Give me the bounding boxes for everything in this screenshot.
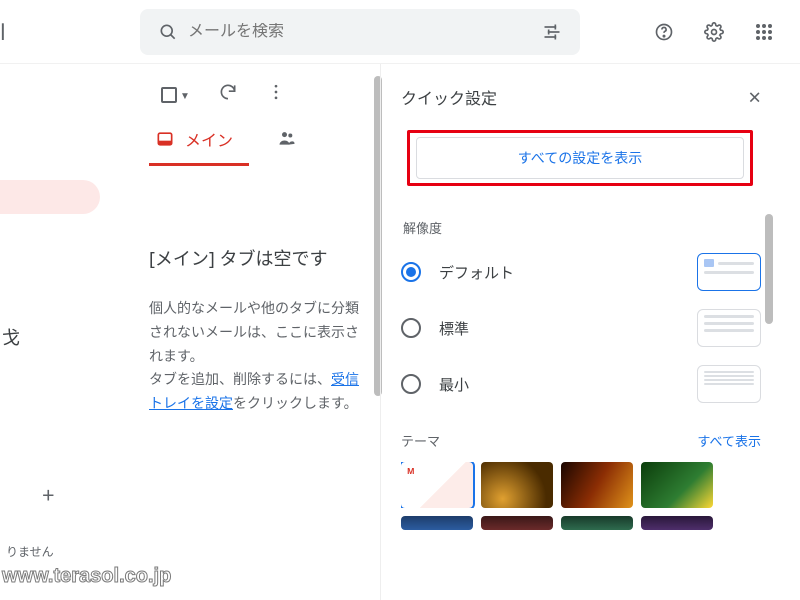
view-all-themes-link[interactable]: すべて表示 xyxy=(697,431,761,450)
header-bar: ail xyxy=(0,0,800,64)
empty-state: [メイン] タブは空です 個人的なメールや他のタブに分類されないメールは、ここに… xyxy=(149,246,372,416)
empty-p2: タブを追加、削除するには、受信トレイを設定をクリックします。 xyxy=(149,368,366,416)
left-nav-strip: 戈 + りません xyxy=(0,64,135,600)
density-comfortable-preview xyxy=(697,309,761,347)
density-compact-row[interactable]: 最小 xyxy=(401,365,761,403)
nav-bottom-text: りません xyxy=(6,543,54,560)
quick-settings-panel: クイック設定 × すべての設定を表示 解像度 デフォルト 標準 xyxy=(380,64,775,600)
select-all-checkbox[interactable]: ▼ xyxy=(161,87,190,103)
theme-default[interactable] xyxy=(401,462,473,508)
settings-header: クイック設定 × xyxy=(401,82,761,112)
theme-option-5[interactable] xyxy=(401,516,473,530)
search-icon[interactable] xyxy=(148,12,188,52)
settings-scrollbar[interactable] xyxy=(765,214,773,324)
apps-grid-icon[interactable] xyxy=(744,12,784,52)
gmail-logo-fragment: ail xyxy=(0,17,40,47)
see-all-settings-button[interactable]: すべての設定を表示 xyxy=(416,137,744,179)
empty-heading: [メイン] タブは空です xyxy=(149,246,366,273)
theme-row-2 xyxy=(401,516,761,530)
close-icon[interactable]: × xyxy=(748,82,761,112)
theme-header: テーマ すべて表示 xyxy=(401,431,761,450)
more-icon[interactable] xyxy=(266,82,286,107)
density-default-preview xyxy=(697,253,761,291)
mail-toolbar: ▼ xyxy=(149,80,372,121)
tab-social[interactable] xyxy=(277,128,297,165)
settings-title: クイック設定 xyxy=(401,85,497,109)
selected-nav-pill[interactable] xyxy=(0,180,100,214)
density-section-label: 解像度 xyxy=(403,218,761,237)
radio-comfortable[interactable] xyxy=(401,318,421,338)
search-container xyxy=(140,9,580,55)
nav-character: 戈 xyxy=(2,324,20,350)
search-input[interactable] xyxy=(188,23,532,41)
theme-option-4[interactable] xyxy=(641,462,713,508)
search-bar[interactable] xyxy=(140,9,580,55)
density-compact-label: 最小 xyxy=(439,374,469,395)
tab-primary[interactable]: メイン xyxy=(149,127,249,166)
refresh-icon[interactable] xyxy=(218,82,238,107)
main-body: 戈 + りません ▼ メイン [メイン] タブは空です xyxy=(0,64,800,600)
help-icon[interactable] xyxy=(644,12,684,52)
theme-option-8[interactable] xyxy=(641,516,713,530)
theme-row-1 xyxy=(401,462,761,508)
search-options-icon[interactable] xyxy=(532,12,572,52)
highlight-annotation: すべての設定を表示 xyxy=(407,130,753,186)
radio-compact[interactable] xyxy=(401,374,421,394)
theme-section-label: テーマ xyxy=(401,431,440,450)
theme-option-6[interactable] xyxy=(481,516,553,530)
theme-option-2[interactable] xyxy=(481,462,553,508)
density-default-row[interactable]: デフォルト xyxy=(401,253,761,291)
category-tabs: メイン xyxy=(149,127,372,166)
tab-primary-label: メイン xyxy=(185,127,233,151)
radio-default[interactable] xyxy=(401,262,421,282)
density-compact-preview xyxy=(697,365,761,403)
density-comfortable-label: 標準 xyxy=(439,318,469,339)
density-comfortable-row[interactable]: 標準 xyxy=(401,309,761,347)
header-right xyxy=(644,12,788,52)
density-default-label: デフォルト xyxy=(439,262,514,283)
theme-option-7[interactable] xyxy=(561,516,633,530)
watermark-text: www.terasol.co.jp xyxy=(2,565,171,588)
add-label-icon[interactable]: + xyxy=(42,480,55,510)
gear-icon[interactable] xyxy=(694,12,734,52)
mail-list-pane: ▼ メイン [メイン] タブは空です 個人的なメールや他のタブに分類されないメー… xyxy=(135,64,380,600)
theme-option-3[interactable] xyxy=(561,462,633,508)
empty-p1: 個人的なメールや他のタブに分類されないメールは、ここに表示されます。 xyxy=(149,297,366,368)
